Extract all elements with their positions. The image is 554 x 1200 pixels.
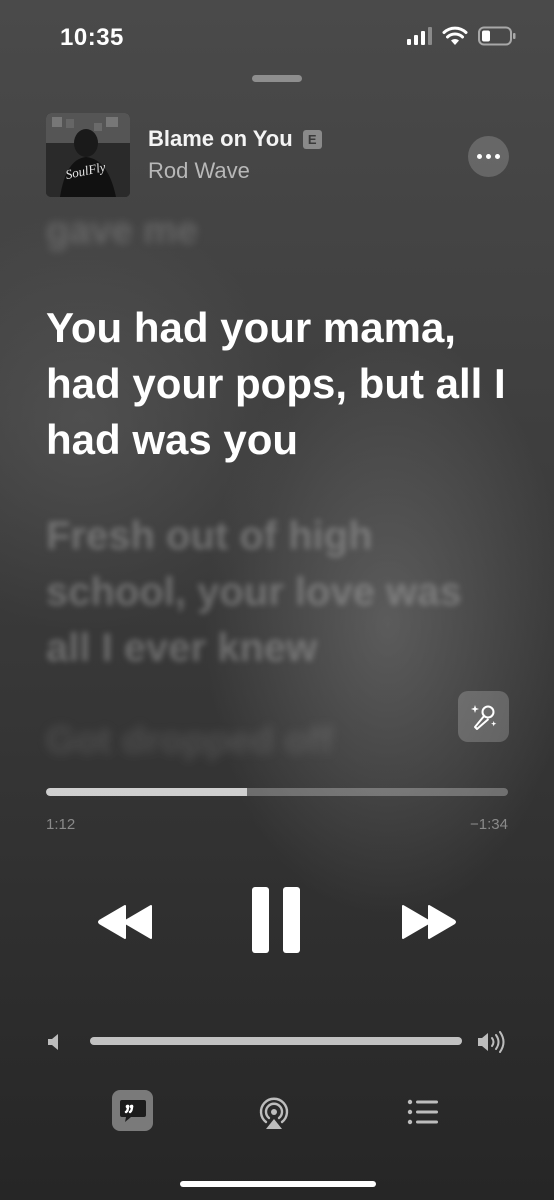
cellular-signal-icon bbox=[407, 27, 432, 45]
queue-list-icon bbox=[407, 1099, 438, 1125]
album-art[interactable]: SoulFly bbox=[46, 113, 130, 197]
fast-forward-button[interactable] bbox=[394, 892, 464, 952]
lyric-line-next[interactable]: Fresh out of high school, your love was … bbox=[46, 508, 486, 676]
volume-min-icon bbox=[46, 1030, 66, 1054]
queue-button[interactable] bbox=[402, 1094, 442, 1130]
speaker-low-icon bbox=[48, 1034, 58, 1050]
volume-fill bbox=[90, 1037, 462, 1045]
explicit-badge: E bbox=[302, 130, 322, 149]
pause-icon bbox=[252, 887, 269, 953]
status-time: 10:35 bbox=[60, 24, 124, 51]
sheet-grabber[interactable] bbox=[252, 75, 302, 82]
artist-name[interactable]: Rod Wave bbox=[148, 158, 250, 184]
ellipsis-icon bbox=[477, 154, 482, 159]
volume-max-icon bbox=[476, 1028, 508, 1056]
more-options-button[interactable] bbox=[468, 136, 509, 177]
playback-scrubber[interactable] bbox=[46, 788, 508, 796]
battery-icon bbox=[478, 26, 516, 46]
home-indicator[interactable] bbox=[180, 1181, 376, 1187]
volume-slider[interactable] bbox=[90, 1037, 462, 1045]
speaker-high-icon bbox=[478, 1031, 505, 1053]
lyric-line-after-next[interactable]: Got dropped off bbox=[46, 720, 333, 763]
song-title[interactable]: Blame on You E bbox=[148, 126, 322, 152]
wifi-icon bbox=[442, 26, 468, 45]
lyrics-button[interactable] bbox=[112, 1090, 153, 1131]
microphone-sparkle-icon bbox=[470, 704, 496, 730]
rewind-button[interactable] bbox=[90, 892, 160, 952]
pause-button[interactable] bbox=[245, 884, 307, 956]
lyric-line-previous[interactable]: gave me bbox=[46, 210, 198, 253]
status-icons bbox=[407, 26, 516, 46]
fast-forward-icon bbox=[402, 905, 456, 939]
rewind-icon bbox=[98, 905, 152, 939]
airplay-icon bbox=[259, 1097, 289, 1129]
playback-progress-fill bbox=[46, 788, 247, 796]
airplay-button[interactable] bbox=[254, 1092, 294, 1132]
remaining-time: −1:34 bbox=[470, 816, 508, 833]
elapsed-time: 1:12 bbox=[46, 816, 76, 833]
sing-button[interactable] bbox=[458, 691, 509, 742]
lyric-line-current[interactable]: You had your mama, had your pops, but al… bbox=[46, 300, 516, 468]
lyrics-bubble-icon bbox=[119, 1099, 146, 1122]
song-title-text: Blame on You bbox=[148, 126, 293, 151]
